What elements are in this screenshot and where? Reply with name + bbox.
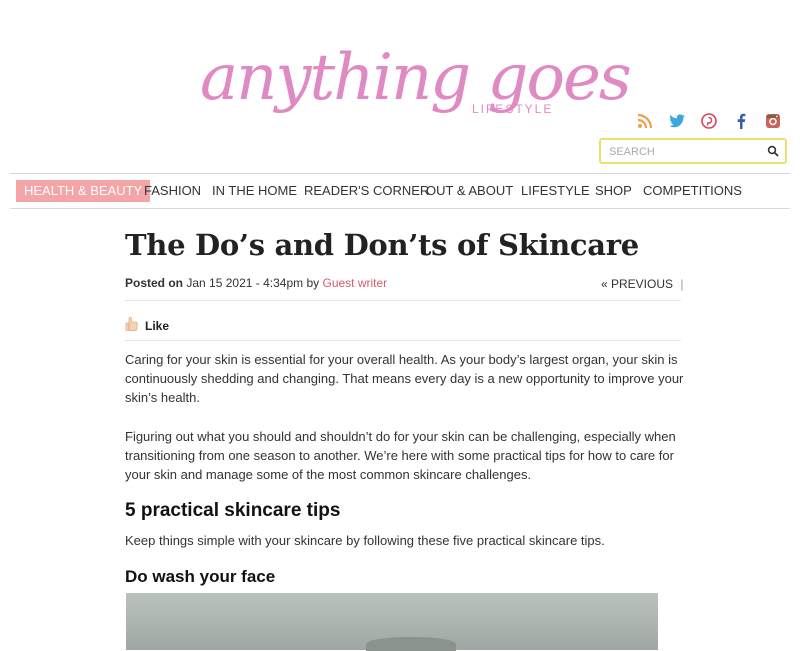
- thumbs-up-icon: [125, 316, 139, 335]
- rss-icon[interactable]: [634, 110, 656, 132]
- nav-item-out-about[interactable]: OUT & ABOUT: [426, 180, 513, 202]
- previous-link[interactable]: « PREVIOUS: [601, 277, 673, 291]
- article-title: The Do’s and Don’ts of Skincare: [125, 228, 639, 262]
- article-paragraph-2: Figuring out what you should and shouldn…: [125, 429, 676, 482]
- article-image: [126, 593, 658, 651]
- like-button[interactable]: Like: [125, 316, 169, 335]
- nav-item-shop[interactable]: SHOP: [595, 180, 632, 202]
- divider-bottom: [125, 340, 681, 341]
- logo-wordmark: anything goes: [200, 41, 632, 115]
- article-paragraph-1: Caring for your skin is essential for yo…: [125, 352, 684, 405]
- previous-link-wrap: « PREVIOUS |: [601, 277, 684, 291]
- author-link[interactable]: Guest writer: [322, 276, 387, 290]
- nav-item-fashion[interactable]: FASHION: [144, 180, 201, 202]
- pinterest-icon[interactable]: [698, 110, 720, 132]
- facebook-icon[interactable]: [730, 110, 752, 132]
- divider-top: [125, 300, 681, 301]
- site-logo[interactable]: anything goes LIFESTYLE: [200, 38, 632, 138]
- nav-item-health-beauty[interactable]: HEALTH & BEAUTY: [16, 180, 151, 202]
- search-input[interactable]: [607, 142, 761, 162]
- main-nav: HEALTH & BEAUTY FASHION IN THE HOME READ…: [10, 173, 790, 209]
- social-links: [634, 110, 784, 132]
- article-image-detail: [366, 637, 456, 651]
- nav-item-lifestyle[interactable]: LIFESTYLE: [521, 180, 590, 202]
- by-label: by: [306, 276, 320, 290]
- article-meta: Posted on Jan 15 2021 - 4:34pm by Guest …: [125, 276, 387, 290]
- logo-tagline: LIFESTYLE: [472, 102, 554, 116]
- pager-divider: |: [680, 277, 684, 291]
- like-label: Like: [145, 318, 170, 333]
- instagram-icon[interactable]: [762, 110, 784, 132]
- search-icon[interactable]: [767, 144, 779, 157]
- search-box: [599, 138, 787, 164]
- twitter-icon[interactable]: [666, 110, 688, 132]
- posted-on-label: Posted on: [125, 276, 184, 290]
- nav-item-competitions[interactable]: COMPETITIONS: [643, 180, 742, 202]
- subheading: Do wash your face: [125, 567, 276, 586]
- post-date: Jan 15 2021 - 4:34pm: [186, 276, 304, 290]
- nav-item-readers-corner[interactable]: READER'S CORNER: [304, 180, 429, 202]
- section-intro: Keep things simple with your skincare by…: [125, 533, 605, 548]
- nav-item-in-the-home[interactable]: IN THE HOME: [212, 180, 297, 202]
- section-heading: 5 practical skincare tips: [125, 500, 341, 521]
